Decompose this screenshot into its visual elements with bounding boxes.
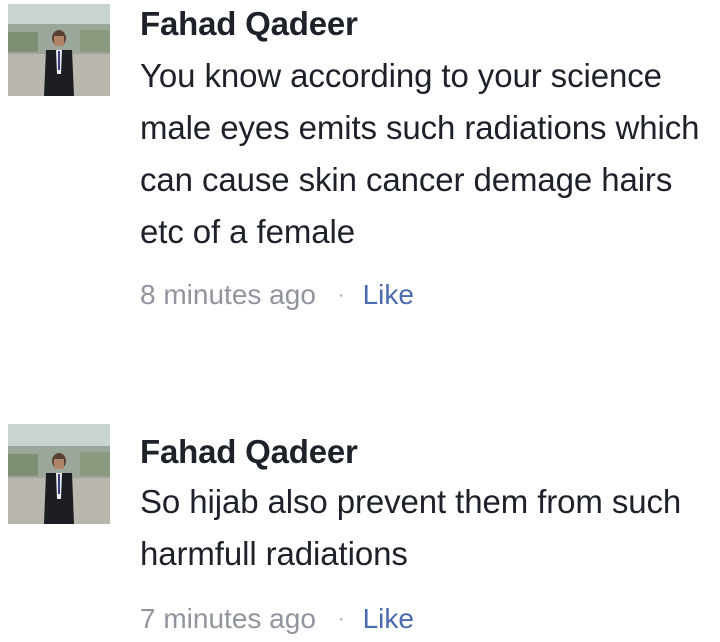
comment-text: So hijab also prevent them from such har… <box>140 483 682 572</box>
separator-dot: · <box>337 608 345 630</box>
avatar[interactable] <box>8 424 110 524</box>
comment-timestamp[interactable]: 8 minutes ago <box>140 278 316 312</box>
profile-photo-icon <box>8 4 110 96</box>
comment-author[interactable]: Fahad Qadeer <box>140 430 715 474</box>
comment-body: Fahad Qadeer So hijab also prevent them … <box>140 424 715 636</box>
profile-photo-icon <box>8 424 110 524</box>
comment-timestamp[interactable]: 7 minutes ago <box>140 602 316 636</box>
avatar[interactable] <box>8 4 110 96</box>
comment-meta: 7 minutes ago · Like <box>140 602 715 636</box>
comment-body: Fahad Qadeer You know according to your … <box>140 0 715 312</box>
like-button[interactable]: Like <box>363 278 414 312</box>
comment-author[interactable]: Fahad Qadeer <box>140 2 715 46</box>
separator-dot: · <box>337 284 345 306</box>
comment-meta: 8 minutes ago · Like <box>140 278 715 312</box>
comment-text: You know according to your science male … <box>140 57 700 250</box>
like-button[interactable]: Like <box>363 602 414 636</box>
